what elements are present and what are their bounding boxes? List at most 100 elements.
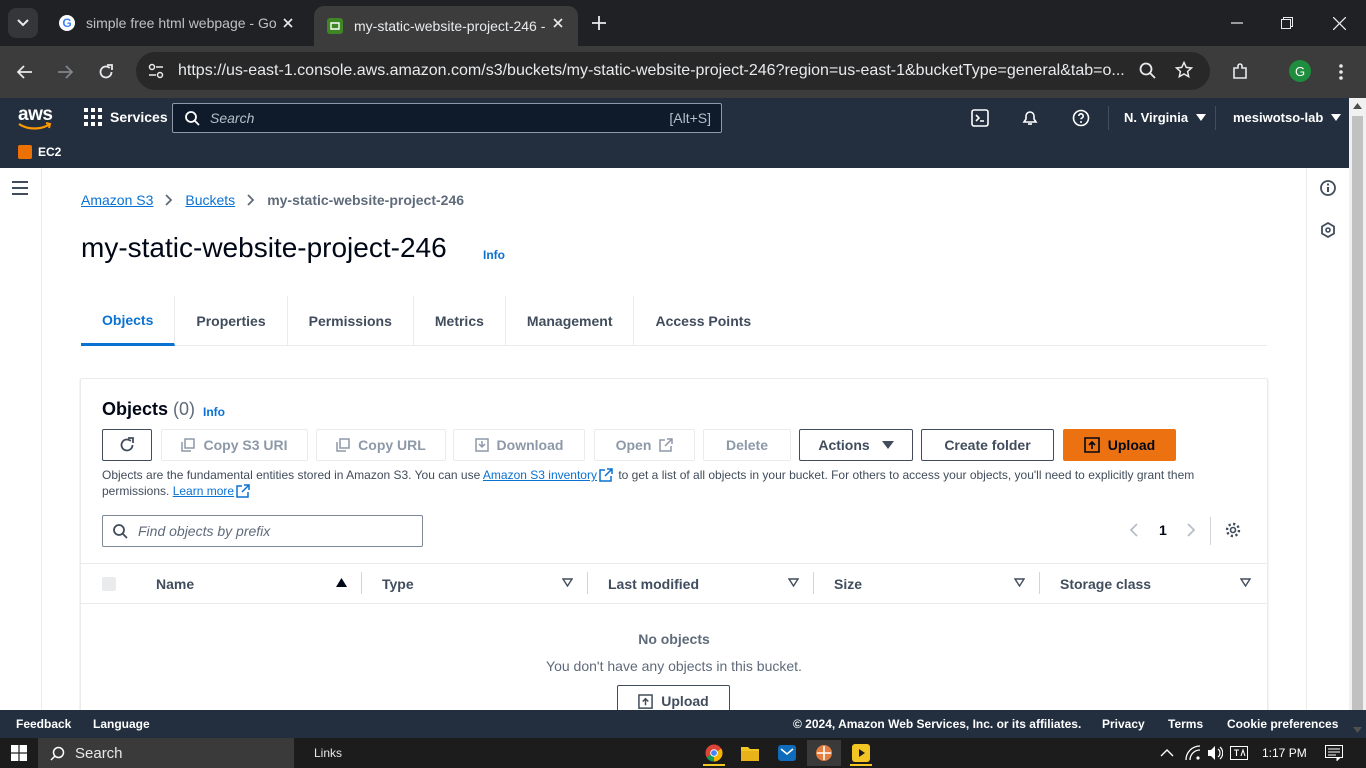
column-size[interactable]: Size	[834, 576, 862, 592]
bucket-tabs: Objects Properties Permissions Metrics M…	[81, 296, 1267, 346]
tab-search-button[interactable]	[8, 8, 38, 38]
chevron-up-icon[interactable]	[1160, 749, 1174, 757]
privacy-link[interactable]: Privacy	[1102, 717, 1145, 731]
address-bar[interactable]: https://us-east-1.console.aws.amazon.com…	[136, 52, 1210, 90]
sort-icon[interactable]	[788, 578, 799, 587]
menu-toggle-button[interactable]	[12, 181, 28, 195]
column-name[interactable]: Name	[156, 576, 194, 592]
select-all-checkbox[interactable]	[102, 577, 116, 591]
right-tools-rail	[1306, 168, 1349, 710]
breadcrumb-buckets[interactable]: Buckets	[185, 192, 235, 208]
clock[interactable]: 1:17 PM	[1262, 746, 1307, 760]
app-taskbar-item[interactable]	[807, 740, 841, 766]
forward-button[interactable]	[52, 59, 78, 85]
favorite-ec2[interactable]: EC2	[18, 145, 61, 159]
column-storage-class[interactable]: Storage class	[1060, 576, 1151, 592]
prev-page-button[interactable]	[1129, 523, 1138, 537]
tab-objects[interactable]: Objects	[81, 296, 176, 346]
minimize-button[interactable]	[1226, 12, 1248, 34]
page-scrollbar[interactable]	[1349, 98, 1366, 754]
profile-avatar[interactable]: G	[1289, 60, 1311, 82]
tab-permissions[interactable]: Permissions	[288, 296, 414, 346]
browser-tab-google[interactable]: G simple free html webpage - Go	[46, 6, 308, 40]
close-icon[interactable]	[280, 15, 296, 31]
empty-upload-button[interactable]: Upload	[617, 685, 730, 710]
column-last-modified[interactable]: Last modified	[608, 576, 699, 592]
account-menu[interactable]: mesiwotso-lab	[1233, 110, 1342, 125]
download-button[interactable]: Download	[453, 429, 585, 461]
refresh-button[interactable]	[102, 429, 152, 461]
url-text: https://us-east-1.console.aws.amazon.com…	[178, 62, 1125, 79]
objects-info-link[interactable]: Info	[203, 405, 225, 419]
aws-logo[interactable]: aws	[18, 104, 53, 130]
create-folder-button[interactable]: Create folder	[921, 429, 1054, 461]
s3-inventory-link[interactable]: Amazon S3 inventory	[483, 468, 597, 482]
zoom-icon[interactable]	[1139, 62, 1156, 79]
services-menu[interactable]: Services	[84, 108, 168, 126]
notifications-button[interactable]	[1020, 108, 1040, 128]
delete-button[interactable]: Delete	[703, 429, 791, 461]
extensions-button[interactable]	[1227, 59, 1253, 85]
search-icon	[113, 523, 128, 539]
info-panel-button[interactable]	[1320, 180, 1336, 196]
close-icon[interactable]	[550, 15, 566, 31]
new-tab-button[interactable]	[588, 12, 610, 34]
sort-icon[interactable]	[1240, 578, 1251, 587]
tab-access-points[interactable]: Access Points	[634, 296, 772, 346]
language-link[interactable]: Language	[93, 717, 150, 731]
scrollbar-thumb[interactable]	[1352, 116, 1363, 754]
terms-link[interactable]: Terms	[1168, 717, 1203, 731]
wifi-icon[interactable]	[1185, 745, 1201, 761]
start-button[interactable]	[11, 745, 27, 761]
scroll-down-icon[interactable]	[1353, 727, 1362, 733]
bookmark-star-icon[interactable]	[1175, 61, 1193, 79]
media-taskbar-app[interactable]	[844, 740, 878, 766]
cookie-preferences-link[interactable]: Cookie preferences	[1227, 717, 1338, 731]
tab-metrics[interactable]: Metrics	[414, 296, 506, 346]
breadcrumb-amazon-s3[interactable]: Amazon S3	[81, 192, 153, 208]
back-button[interactable]	[12, 59, 38, 85]
browser-tab-s3[interactable]: my-static-website-project-246 -	[314, 6, 578, 46]
sort-ascending-icon[interactable]	[336, 578, 347, 587]
chrome-taskbar-app[interactable]	[697, 740, 731, 766]
browser-toolbar: https://us-east-1.console.aws.amazon.com…	[0, 46, 1366, 98]
sort-icon[interactable]	[1014, 578, 1025, 587]
help-button[interactable]	[1071, 108, 1091, 128]
feedback-link[interactable]: Feedback	[16, 717, 71, 731]
cloudshell-button[interactable]	[970, 108, 990, 128]
breadcrumb: Amazon S3 Buckets my-static-website-proj…	[81, 192, 464, 208]
notification-center-icon[interactable]	[1325, 745, 1343, 761]
file-explorer-taskbar-app[interactable]	[733, 740, 767, 766]
mail-taskbar-app[interactable]	[770, 740, 804, 766]
reload-button[interactable]	[93, 59, 119, 85]
table-preferences-button[interactable]	[1225, 522, 1241, 538]
tab-properties[interactable]: Properties	[175, 296, 288, 346]
close-window-button[interactable]	[1328, 12, 1350, 34]
volume-icon[interactable]	[1207, 745, 1223, 761]
tutorials-panel-button[interactable]	[1320, 222, 1336, 238]
copy-url-button[interactable]: Copy URL	[316, 429, 446, 461]
sort-icon[interactable]	[562, 578, 573, 587]
page-number[interactable]: 1	[1159, 522, 1167, 538]
upload-button[interactable]: Upload	[1063, 429, 1176, 461]
restore-button[interactable]	[1276, 12, 1298, 34]
taskbar-search[interactable]: Search	[38, 738, 294, 768]
aws-search-input[interactable]: Search [Alt+S]	[172, 103, 722, 133]
actions-dropdown[interactable]: Actions	[799, 429, 913, 461]
column-type[interactable]: Type	[382, 576, 414, 592]
open-button[interactable]: Open	[594, 429, 695, 461]
links-toolbar[interactable]: Links	[314, 746, 342, 760]
input-language-icon[interactable]	[1230, 746, 1248, 760]
browser-menu-button[interactable]	[1328, 59, 1354, 85]
tab-management[interactable]: Management	[506, 296, 635, 346]
favorites-bar: EC2	[0, 138, 1349, 168]
region-selector[interactable]: N. Virginia	[1124, 110, 1207, 125]
learn-more-link[interactable]: Learn more	[173, 484, 234, 498]
find-objects-input[interactable]: Find objects by prefix	[102, 515, 423, 547]
objects-heading: Objects (0)	[102, 399, 195, 420]
objects-description: Objects are the fundamental entities sto…	[102, 467, 1252, 499]
next-page-button[interactable]	[1187, 523, 1196, 537]
copy-s3-uri-button[interactable]: Copy S3 URI	[161, 429, 308, 461]
title-info-link[interactable]: Info	[483, 248, 505, 262]
site-settings-icon[interactable]	[148, 63, 164, 79]
